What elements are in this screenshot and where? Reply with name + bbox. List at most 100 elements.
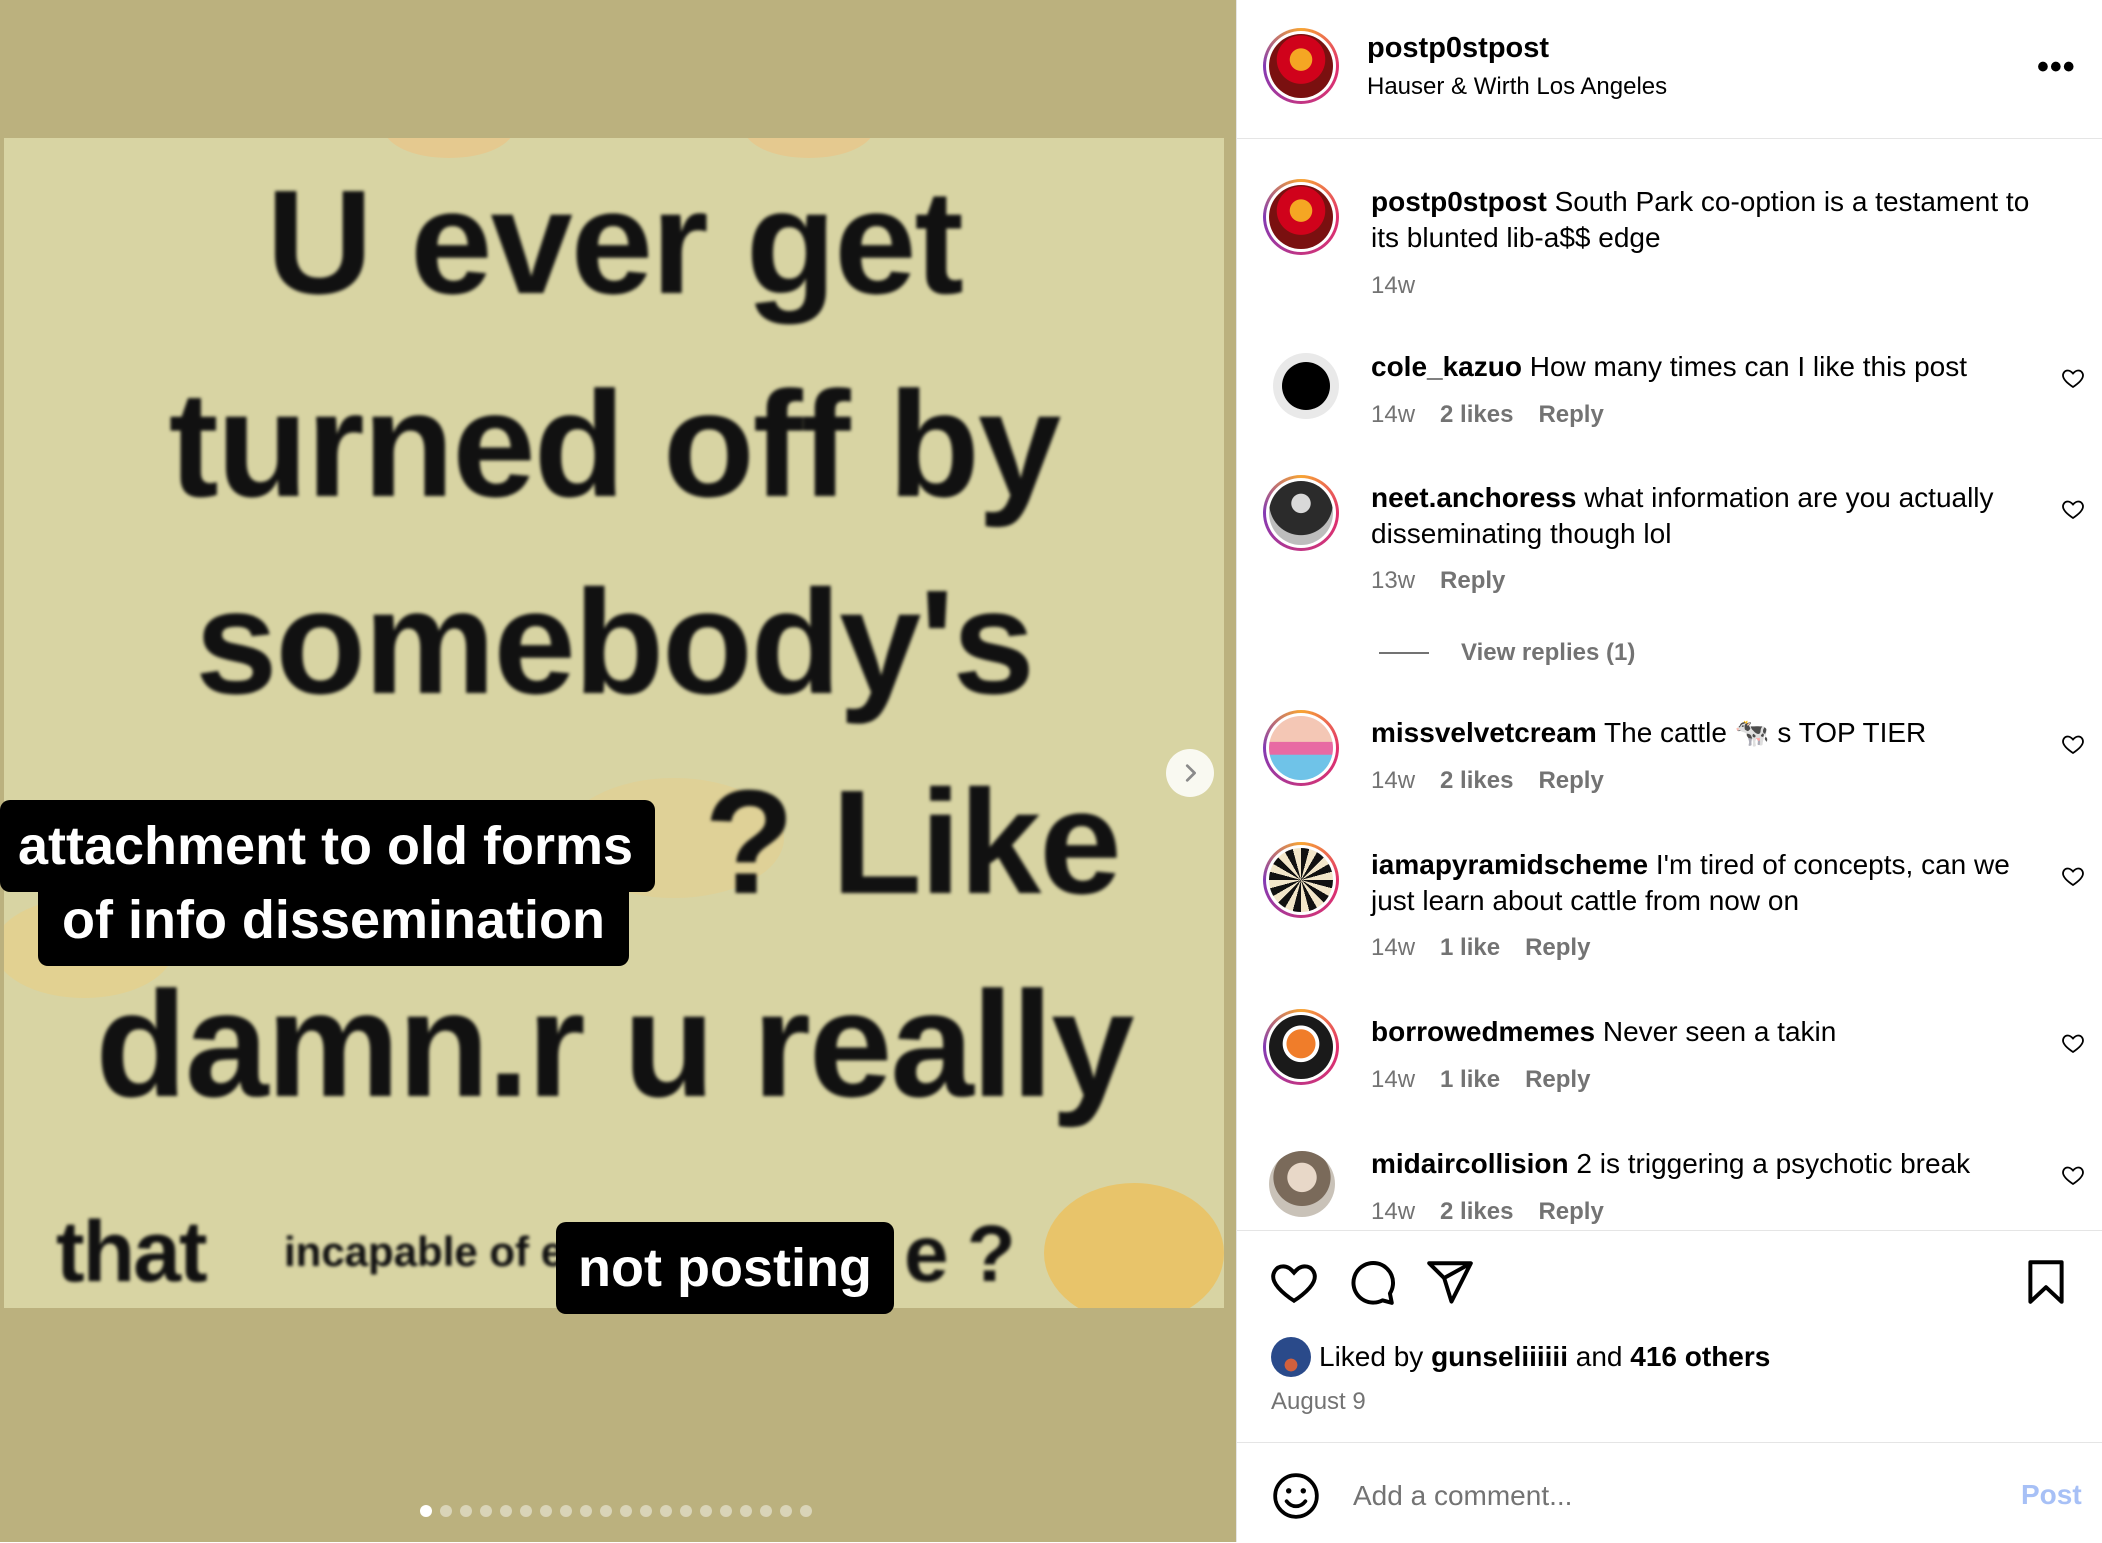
comment-likes[interactable]: 1 like — [1440, 934, 1500, 962]
comment-text: cole_kazuo How many times can I like thi… — [1371, 349, 2051, 385]
comment-like-icon[interactable] — [2061, 732, 2085, 756]
meme-line: e ? — [904, 1209, 1016, 1298]
share-icon[interactable] — [1425, 1257, 1475, 1307]
reply-button[interactable]: Reply — [1525, 1066, 1590, 1094]
next-slide-button[interactable] — [1166, 749, 1214, 797]
post-location[interactable]: Hauser & Wirth Los Angeles — [1367, 73, 1667, 101]
comment-username[interactable]: missvelvetcream — [1371, 717, 1597, 748]
overlay-caption-line: of info dissemination — [38, 874, 630, 966]
comment-time: 14w — [1371, 401, 1416, 428]
comment-time: 13w — [1371, 567, 1416, 594]
meme-emoji-blob — [1044, 1183, 1224, 1308]
post-media: U ever get turned off by somebody's ? Li… — [0, 0, 1236, 1542]
commenter-avatar[interactable] — [1273, 353, 1339, 419]
carousel-dot — [720, 1505, 732, 1517]
carousel-indicator — [420, 1505, 812, 1517]
comment-username[interactable]: midaircollision — [1371, 1148, 1569, 1179]
comment-like-icon[interactable] — [2061, 366, 2085, 390]
comment-likes[interactable]: 2 likes — [1440, 401, 1513, 429]
caption-author-avatar[interactable] — [1263, 179, 1339, 255]
liker-avatar[interactable] — [1271, 1337, 1311, 1377]
carousel-dot — [440, 1505, 452, 1517]
comment-body: How many times can I like this post — [1529, 351, 1968, 382]
comment-likes[interactable]: 2 likes — [1440, 767, 1513, 795]
post-header: postp0stpost Hauser & Wirth Los Angeles … — [1237, 0, 2102, 139]
post-sidebar: postp0stpost Hauser & Wirth Los Angeles … — [1236, 0, 2102, 1542]
reply-button[interactable]: Reply — [1525, 934, 1590, 962]
likes-and: and — [1575, 1341, 1623, 1372]
comment-meta: 14w 1 like Reply — [1371, 1066, 1590, 1094]
comment-time: 14w — [1371, 1198, 1416, 1225]
post-comment-button[interactable]: Post — [2021, 1479, 2082, 1511]
meme-face-blob — [384, 138, 514, 158]
comment-text: midaircollision 2 is triggering a psycho… — [1371, 1146, 2051, 1182]
likes-prefix: Liked by — [1319, 1341, 1424, 1372]
comment-icon[interactable] — [1347, 1257, 1397, 1307]
comment-time: 14w — [1371, 1066, 1416, 1093]
comment-meta: 14w 2 likes Reply — [1371, 767, 1604, 795]
carousel-dot — [480, 1505, 492, 1517]
commenter-avatar[interactable] — [1269, 1151, 1335, 1217]
comment-body: The cattle 🐄 s TOP TIER — [1604, 717, 1927, 748]
comment-composer: Post — [1237, 1442, 2102, 1543]
liker-username[interactable]: gunseliiiiii — [1431, 1341, 1568, 1373]
comment-likes[interactable]: 2 likes — [1440, 1198, 1513, 1226]
carousel-dot — [740, 1505, 752, 1517]
comment-username[interactable]: neet.anchoress — [1371, 482, 1576, 513]
view-replies-button[interactable]: View replies (1) — [1379, 639, 1635, 667]
reply-button[interactable]: Reply — [1440, 567, 1505, 595]
commenter-avatar[interactable] — [1263, 710, 1339, 786]
comment-text: borrowedmemes Never seen a takin — [1371, 1014, 2051, 1050]
meme-image: U ever get turned off by somebody's ? Li… — [4, 138, 1224, 1308]
comment-input[interactable] — [1351, 1473, 1935, 1519]
view-replies-label: View replies (1) — [1461, 639, 1636, 666]
carousel-dot — [660, 1505, 672, 1517]
meme-line: incapable of e — [284, 1228, 565, 1275]
meme-line: turned off by — [168, 360, 1062, 528]
author-username[interactable]: postp0stpost — [1367, 32, 1549, 65]
commenter-avatar[interactable] — [1263, 475, 1339, 551]
comment-like-icon[interactable] — [2061, 497, 2085, 521]
carousel-dot — [780, 1505, 792, 1517]
carousel-dot — [800, 1505, 812, 1517]
comment-like-icon[interactable] — [2061, 1031, 2085, 1055]
carousel-dot — [600, 1505, 612, 1517]
author-avatar[interactable] — [1263, 28, 1339, 104]
meme-line: ? Like — [704, 760, 1122, 925]
comment-time: 14w — [1371, 767, 1416, 794]
comment-username[interactable]: iamapyramidscheme — [1371, 849, 1648, 880]
carousel-dot — [580, 1505, 592, 1517]
carousel-dot — [540, 1505, 552, 1517]
carousel-dot — [460, 1505, 472, 1517]
reply-button[interactable]: Reply — [1538, 1198, 1603, 1226]
carousel-dot — [680, 1505, 692, 1517]
comment-like-icon[interactable] — [2061, 1163, 2085, 1187]
comment-time: 14w — [1371, 934, 1416, 961]
comment-text: missvelvetcream The cattle 🐄 s TOP TIER — [1371, 715, 2051, 751]
reply-button[interactable]: Reply — [1538, 401, 1603, 429]
chevron-right-icon — [1185, 764, 1196, 782]
emoji-icon[interactable] — [1271, 1471, 1321, 1521]
carousel-dot — [560, 1505, 572, 1517]
commenter-avatar[interactable] — [1263, 1009, 1339, 1085]
heart-icon[interactable] — [1269, 1257, 1319, 1307]
bookmark-icon[interactable] — [2021, 1257, 2071, 1307]
likes-others[interactable]: 416 others — [1630, 1341, 1770, 1373]
caption-username[interactable]: postp0stpost — [1371, 186, 1547, 217]
comment-like-icon[interactable] — [2061, 864, 2085, 888]
more-options-icon[interactable]: ••• — [2037, 48, 2076, 87]
overlay-caption: not posting — [556, 1222, 894, 1314]
comment-username[interactable]: cole_kazuo — [1371, 351, 1522, 382]
comment-username[interactable]: borrowedmemes — [1371, 1016, 1595, 1047]
caption-time: 14w — [1371, 272, 1416, 299]
comment-meta: 14w 2 likes Reply — [1371, 1198, 1604, 1226]
post-actions: Liked by gunseliiiiii and 416 others Aug… — [1237, 1230, 2102, 1441]
meme-line: somebody's — [195, 560, 1035, 725]
comment-likes[interactable]: 1 like — [1440, 1066, 1500, 1094]
commenter-avatar[interactable] — [1263, 842, 1339, 918]
post-caption: postp0stpost South Park co-option is a t… — [1371, 184, 2051, 256]
carousel-dot — [760, 1505, 772, 1517]
likes-summary: Liked by gunseliiiiii and 416 others — [1271, 1337, 1770, 1377]
comments-list[interactable]: postp0stpost South Park co-option is a t… — [1237, 139, 2102, 1230]
reply-button[interactable]: Reply — [1538, 767, 1603, 795]
